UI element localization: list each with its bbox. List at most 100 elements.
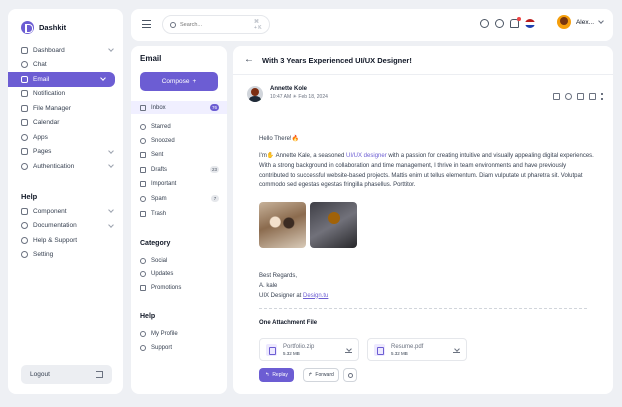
more-options-button[interactable] [343,368,357,382]
bell-icon [21,90,28,98]
headset-icon [21,236,28,244]
file-name: Portfolio.zip [283,343,315,350]
folder-icon [21,104,28,112]
help-my-profile[interactable]: My Profile [131,327,227,340]
body-text-lead: I'm✋ Annette Kale, a seasoned [259,153,347,159]
sidebar-item-label: Chat [33,61,47,69]
sidebar-item-label: Email [33,75,50,83]
sender-meta: 10:47 AM ☀ Feb 18, 2024 [270,94,328,100]
folder-label: Spam [151,195,167,202]
count-badge: 76 [209,104,219,111]
clock-icon [347,372,353,378]
message-time: 10:47 AM [270,94,292,100]
lock-icon [21,162,28,170]
folder-trash[interactable]: Trash [131,207,227,220]
user-menu[interactable]: Alex... [556,15,604,29]
sidebar-item-help-support[interactable]: Help & Support [8,233,123,248]
attachment-file[interactable]: Resume.pdf 5.32 MB [367,338,467,361]
forward-button[interactable]: ↱ Forward [303,368,339,382]
logout-label: Logout [30,371,50,378]
folder-drafts[interactable]: Drafts 23 [131,163,227,176]
user-name: Alex... [575,18,594,26]
pdf-file-icon [374,343,385,356]
help-nav: Component Documentation Help & Support S… [8,204,123,262]
sidebar-item-pages[interactable]: Pages [8,145,123,160]
online-status-dot [258,98,262,102]
trash-icon [140,210,146,217]
folder-snoozed[interactable]: Snoozed [131,134,227,147]
brand[interactable]: Dashkit [21,21,66,34]
clock-icon [140,137,146,144]
designer-link[interactable]: UI/UX designer [346,153,387,159]
chevron-down-icon [108,147,114,154]
download-icon[interactable] [345,347,352,353]
folder-important[interactable]: Important [131,177,227,190]
logout-button[interactable]: Logout [21,365,112,384]
download-icon[interactable] [453,347,460,353]
attachment-file[interactable]: Portfolio.zip 5.32 MB [259,338,359,361]
mail-icon [21,75,28,83]
forward-icon: ↱ [308,372,313,378]
gear-icon [21,251,28,259]
theme-toggle-icon[interactable] [480,19,489,28]
attachment-image-team[interactable] [259,202,306,248]
category-updates[interactable]: Updates [131,267,227,280]
search-box[interactable]: ⌘ + K [162,15,270,34]
message-panel: ← With 3 Years Experienced UI/UX Designe… [233,46,613,394]
sidebar-item-calendar[interactable]: Calendar [8,116,123,131]
folder-inbox[interactable]: Inbox 76 [131,101,227,114]
more-vertical-icon[interactable] [601,93,603,100]
headset-icon [140,344,146,351]
compose-label: Compose [161,78,190,85]
attachment-title: One Attachment File [259,320,318,326]
sidebar-item-authentication[interactable]: Authentication [8,159,123,174]
send-icon [140,151,146,158]
dashboard-icon [21,46,28,54]
sidebar-item-component[interactable]: Component [8,204,123,219]
pages-icon [21,148,28,156]
sidebar-item-notification[interactable]: Notification [8,87,123,102]
top-header: ⌘ + K Alex... [131,9,613,41]
signature-name: A. kale [259,282,278,289]
company-link[interactable]: Design.tu [303,293,328,299]
sidebar-item-label: Dashboard [33,46,65,54]
category-social[interactable]: Social [131,254,227,267]
folder-sent[interactable]: Sent [131,148,227,161]
compose-button[interactable]: Compose + [140,72,218,91]
search-input[interactable] [180,21,250,28]
sidebar-item-documentation[interactable]: Documentation [8,219,123,234]
sidebar-item-file-manager[interactable]: File Manager [8,101,123,116]
brand-name: Dashkit [39,23,67,32]
inbox-icon [140,104,146,111]
main-nav: Dashboard Chat Email Notification File M… [8,43,123,174]
spam-icon [140,195,146,202]
trash-icon[interactable] [589,93,596,100]
menu-toggle-icon[interactable] [142,20,151,28]
back-arrow-icon[interactable]: ← [244,55,254,65]
bell-icon[interactable] [510,17,521,28]
regards-text: Best Regards, [259,273,298,279]
help-support[interactable]: Support [131,341,227,354]
sender-avatar [247,86,263,102]
sidebar-item-setting[interactable]: Setting [8,248,123,263]
avatar [556,15,571,29]
folder-label: Drafts [151,166,168,173]
search-shortcut: ⌘ + K [254,18,262,31]
flag-icon[interactable] [525,19,535,28]
category-promotions[interactable]: Promotions [131,281,227,294]
star-icon[interactable] [565,93,572,100]
forward-label: Forward [315,372,334,378]
notification-dot [517,17,521,21]
sidebar-item-dashboard[interactable]: Dashboard [8,43,123,58]
folder-spam[interactable]: Spam 7 [131,192,227,205]
attachment-image-laptop[interactable] [310,202,357,248]
sidebar-item-email[interactable]: Email [8,72,115,87]
chevron-down-icon [100,75,106,81]
print-icon[interactable] [577,93,584,100]
gear-icon[interactable] [495,19,504,28]
folder-starred[interactable]: Starred [131,120,227,133]
share-icon[interactable] [553,93,560,100]
sidebar-item-chat[interactable]: Chat [8,58,123,73]
reply-button[interactable]: ↰ Replay [259,368,294,382]
sidebar-item-apps[interactable]: Apps [8,130,123,145]
